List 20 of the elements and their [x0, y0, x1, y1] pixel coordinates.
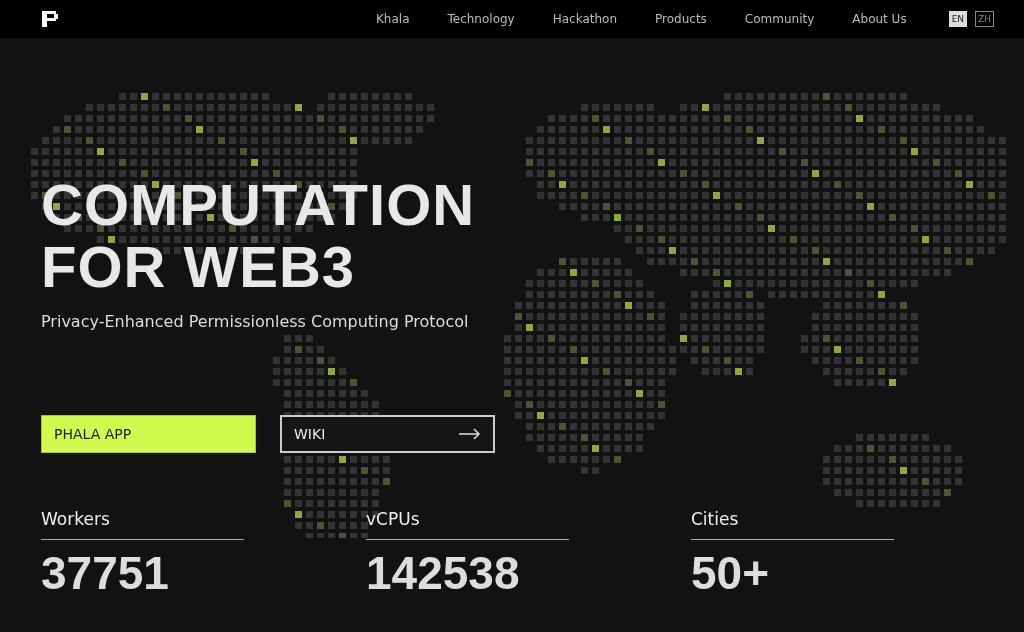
nav-link[interactable]: About Us	[852, 12, 907, 26]
logo-icon[interactable]	[42, 11, 58, 27]
stat-value: 50+	[691, 546, 771, 600]
stat-label: vCPUs	[366, 509, 569, 540]
stat-value: 37751	[41, 546, 170, 600]
nav-link[interactable]: Technology	[447, 12, 515, 26]
hero-subtitle: Privacy-Enhanced Permissionless Computing Protocol	[41, 312, 470, 331]
wiki-button[interactable]: WIKI	[280, 415, 495, 453]
nav-link[interactable]: Khala	[375, 12, 410, 26]
language-button[interactable]: EN	[948, 11, 968, 27]
nav-link[interactable]: Hackathon	[552, 12, 618, 26]
app-button[interactable]: PHALA APP	[41, 415, 256, 453]
stat-label: Workers	[41, 509, 244, 540]
language-button[interactable]: ZH	[975, 11, 994, 27]
arrow-right-icon	[459, 428, 481, 440]
nav-link[interactable]: Community	[744, 12, 815, 26]
hero-title: COMPUTATION FOR WEB3	[41, 174, 477, 298]
nav-link[interactable]: Products	[655, 12, 707, 26]
stat-label: Cities	[691, 509, 894, 540]
stat-value: 142538	[366, 546, 521, 600]
